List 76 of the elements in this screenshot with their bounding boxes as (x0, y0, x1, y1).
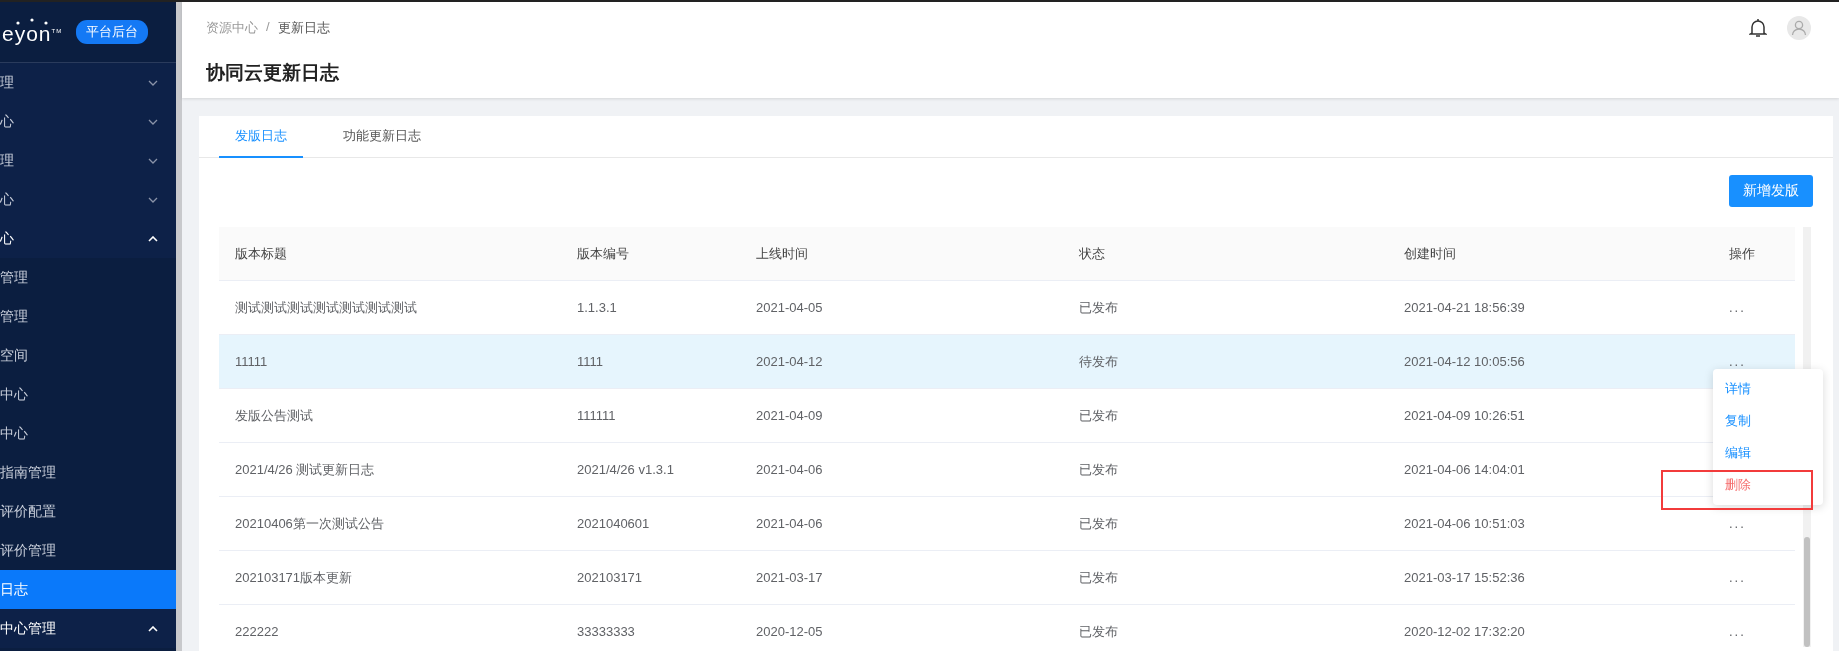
table-cell-text: 20210406第一次测试公告 (234, 514, 385, 533)
chevron-up-icon (148, 625, 158, 632)
table-cell-text: 222222 (234, 624, 280, 639)
sidebar-item[interactable]: 中心管理 (0, 609, 176, 648)
sidebar-item[interactable]: 心 (0, 180, 176, 219)
more-actions[interactable]: ... (1729, 624, 1746, 639)
table-cell-text: 202103171版本更新 (234, 568, 354, 587)
table-cell-text: 测试测试测试测试测试测试测试 (234, 298, 418, 317)
table-cell-text: 1.1.3.1 (576, 300, 618, 315)
table-cell-text: 2021-04-06 10:51:03 (1403, 516, 1526, 531)
platform-badge: 平台后台 (76, 20, 149, 44)
sidebar-subitem[interactable]: 空间 (0, 336, 176, 375)
table-cell-text: 2021-04-09 10:26:51 (1403, 408, 1526, 423)
table-cell-text: 2021-03-17 (755, 570, 824, 585)
bell-icon[interactable] (1749, 18, 1767, 38)
table-cell-text: 2021/4/26 测试更新日志 (234, 460, 376, 479)
sidebar-subitem[interactable]: 中心 (0, 414, 176, 453)
table-cell-text: 2021-03-17 15:52:36 (1403, 570, 1526, 585)
table-cell-text: 已发布 (1078, 622, 1119, 641)
column-header: 上线时间 (755, 244, 809, 263)
sidebar-item[interactable]: 心 (0, 102, 176, 141)
table-cell-text: 202103171 (576, 570, 644, 585)
table-cell-text: 2020-12-05 (755, 624, 824, 639)
table-cell-text: 11111 (234, 354, 269, 369)
sidebar-subitem[interactable]: 指南管理 (0, 453, 176, 492)
sidebar-item[interactable]: 理 (0, 141, 176, 180)
table-cell-text: 2021-04-09 (755, 408, 824, 423)
page-title: 协同云更新日志 (206, 61, 340, 85)
breadcrumb-link[interactable]: 更新日志 (277, 19, 330, 37)
chevron-up-icon (148, 235, 158, 242)
table-row[interactable]: 222222 33333333 2020-12-05 已发布 2020-12-02 17:32:20 ... (219, 605, 1795, 651)
column-header: 状态 (1078, 244, 1106, 263)
chevron-down-icon (148, 79, 158, 86)
chevron-down-icon (148, 196, 158, 203)
table-cell-text: 2021-04-12 (755, 354, 824, 369)
sidebar-subitem[interactable]: 管理 (0, 297, 176, 336)
sidebar-subitem[interactable]: 中心 (0, 375, 176, 414)
table-cell-text: 2021-04-06 (755, 516, 824, 531)
table-cell-text: 已发布 (1078, 298, 1119, 317)
breadcrumb-separator: / (266, 19, 270, 36)
table-cell-text: 2020-12-02 17:32:20 (1403, 624, 1526, 639)
table-cell-text: 2021040601 (576, 516, 651, 531)
chevron-down-icon (148, 157, 158, 164)
table-cell-text: 33333333 (576, 624, 636, 639)
column-header: 操作 (1728, 244, 1756, 263)
logo: eyon$^{TM}$ (2, 18, 63, 46)
table-cell-text: 已发布 (1078, 460, 1119, 479)
sidebar-subitem[interactable]: 日志 (0, 570, 176, 609)
sidebar-subitem[interactable]: 管理 (0, 258, 176, 297)
tab[interactable]: 功能更新日志 (327, 116, 437, 158)
table-cell-text: 发版公告测试 (234, 406, 314, 425)
column-header: 版本标题 (234, 244, 288, 263)
sidebar-subitem[interactable]: 评价配置 (0, 492, 176, 531)
more-actions[interactable]: ... (1729, 516, 1746, 531)
sidebar-item[interactable]: 理 (0, 63, 176, 102)
chevron-down-icon (148, 118, 158, 125)
table-cell-text: 2021-04-05 (755, 300, 824, 315)
table-cell-text: 2021-04-06 14:04:01 (1403, 462, 1526, 477)
table-cell-text: 2021-04-21 18:56:39 (1403, 300, 1526, 315)
more-actions[interactable]: ... (1729, 300, 1746, 315)
more-actions[interactable]: ... (1729, 570, 1746, 585)
table-cell-text: 2021-04-06 (755, 462, 824, 477)
table-cell-text: 已发布 (1078, 514, 1119, 533)
column-header: 版本编号 (576, 244, 630, 263)
table-row[interactable]: 202103171版本更新 202103171 2021-03-17 已发布 2021-03-17 15:52:36 ... (219, 551, 1795, 605)
table-cell-text: 111111 (576, 408, 617, 423)
table-cell-text: 2021/4/26 v1.3.1 (576, 462, 675, 477)
table-cell-text: 已发布 (1078, 568, 1119, 587)
table-cell-text: 已发布 (1078, 406, 1119, 425)
sidebar-item[interactable]: 心 (0, 219, 176, 258)
table-cell-text: 1111 (576, 354, 605, 369)
column-header: 创建时间 (1403, 244, 1457, 263)
more-actions[interactable]: ... (1729, 354, 1746, 369)
sidebar-subitem[interactable]: 评价管理 (0, 531, 176, 570)
table-cell-text: 2021-04-12 10:05:56 (1403, 354, 1526, 369)
table-cell-text: 待发布 (1078, 352, 1119, 371)
